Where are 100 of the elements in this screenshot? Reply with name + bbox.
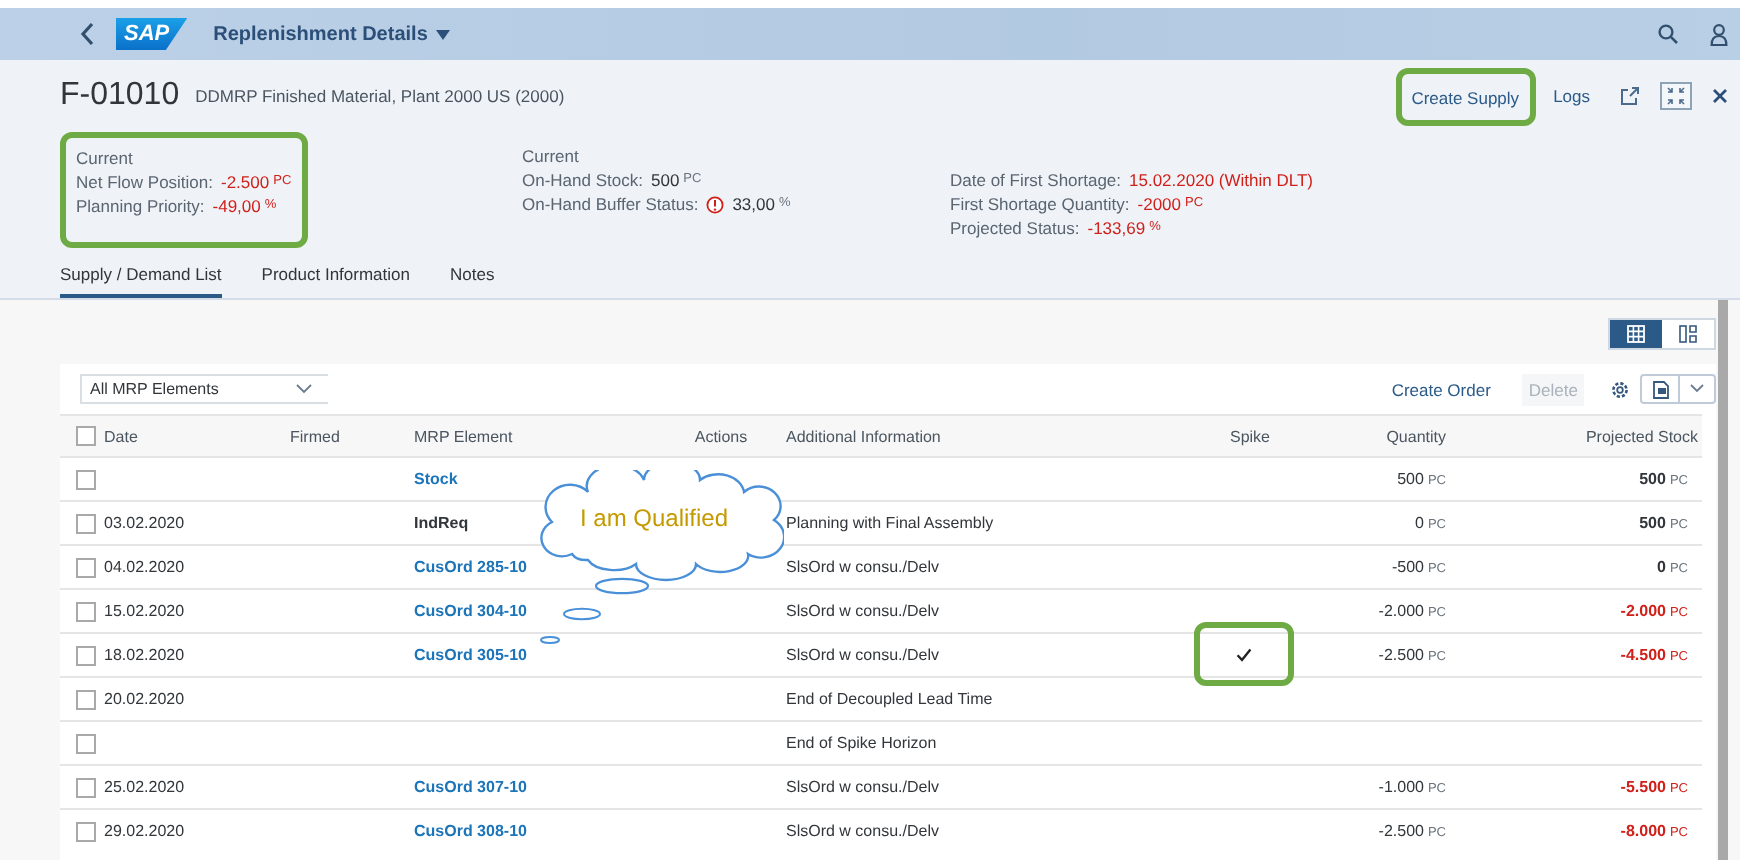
spreadsheet-icon <box>1650 379 1670 399</box>
table-cell: SlsOrd w consu./Delv <box>786 602 939 620</box>
table-cell: -2.000 <box>1620 602 1666 620</box>
view-toggle[interactable] <box>1608 318 1716 350</box>
table-cell: 03.02.2020 <box>104 514 185 532</box>
checkbox[interactable] <box>76 557 96 577</box>
table-cell: End of Decoupled Lead Time <box>786 690 993 708</box>
table-cell: 18.02.2020 <box>104 646 185 664</box>
link[interactable]: CusOrd 308-10 <box>414 822 527 841</box>
checkmark-icon <box>1236 647 1252 661</box>
column-header: MRP Element <box>414 427 513 445</box>
field-label: On-Hand Stock: <box>522 168 643 192</box>
caret-icon <box>435 29 450 39</box>
table-cell: 0 <box>1657 558 1666 576</box>
field-value: -133,69 <box>1087 216 1146 240</box>
field-value: 15.02.2020 (Within DLT) <box>1129 168 1313 192</box>
share-icon[interactable] <box>1620 86 1640 106</box>
checkbox[interactable] <box>76 645 96 665</box>
column-header: Additional Information <box>786 427 941 445</box>
field-label: Projected Status: <box>950 216 1080 240</box>
scrollbar[interactable] <box>1718 300 1728 860</box>
column-header: Actions <box>694 427 748 445</box>
search-icon[interactable] <box>1658 24 1678 44</box>
field-label: Net Flow Position: <box>76 170 213 194</box>
header-action[interactable]: Create Supply <box>1401 79 1530 115</box>
checkbox[interactable] <box>76 733 96 753</box>
table-cell: SlsOrd w consu./Delv <box>786 778 939 796</box>
filter-dropdown[interactable]: All MRP Elements <box>80 374 328 404</box>
column-header: Firmed <box>290 427 340 445</box>
table-cell: 0 <box>1415 514 1424 532</box>
link[interactable]: CusOrd 305-10 <box>414 646 527 664</box>
table-cell: -2.000 <box>1378 602 1424 620</box>
facet-title: Current <box>522 144 581 168</box>
user-icon[interactable] <box>1710 23 1728 45</box>
table-cell: 500 <box>1639 514 1666 532</box>
table-cell: -2.500 <box>1378 822 1424 841</box>
checkbox[interactable] <box>76 601 96 621</box>
chevron-down-icon <box>296 384 312 394</box>
column-header: Projected Stock <box>1585 427 1698 445</box>
column-header: Spike <box>1229 427 1270 445</box>
checkbox[interactable] <box>76 469 96 489</box>
table-cell: -8.000 <box>1620 822 1666 841</box>
table-cell: -500 <box>1391 558 1424 576</box>
link[interactable]: CusOrd 307-10 <box>414 778 527 796</box>
app-title-menu[interactable]: Replenishment Details <box>213 23 450 45</box>
tab[interactable]: Product Information <box>261 256 410 298</box>
field-value: -2.500 <box>221 170 270 194</box>
field-label: First Shortage Quantity: <box>950 192 1130 216</box>
thought-bubble <box>563 607 601 621</box>
field-label: On-Hand Buffer Status: <box>522 192 699 216</box>
field-label: Date of First Shortage: <box>950 168 1122 192</box>
table-cell: SlsOrd w consu./Delv <box>786 822 939 841</box>
field-value: 33,00 <box>732 192 775 216</box>
object-description: DDMRP Finished Material, Plant 2000 US (2000) <box>195 86 565 106</box>
table-cell: 15.02.2020 <box>104 602 185 620</box>
link[interactable]: CusOrd 285-10 <box>414 558 527 576</box>
layout-icon <box>1678 324 1698 344</box>
field-value: -49,00 <box>212 194 261 218</box>
checkbox[interactable] <box>76 426 96 446</box>
grid-icon <box>1626 324 1646 344</box>
tab[interactable]: Notes <box>449 256 495 298</box>
column-header: Quantity <box>1386 427 1446 445</box>
settings-icon[interactable] <box>1610 379 1630 399</box>
export-menu-button[interactable] <box>1640 374 1716 404</box>
checkbox[interactable] <box>76 777 96 797</box>
view-toggle-button[interactable] <box>1610 320 1662 348</box>
table-cell: End of Spike Horizon <box>786 734 937 752</box>
table-cell: 500 <box>1639 470 1666 488</box>
table-cell: 29.02.2020 <box>104 822 185 841</box>
close-icon[interactable] <box>1712 88 1728 104</box>
table-cell: Planning with Final Assembly <box>786 514 994 532</box>
header-action[interactable]: Logs <box>1543 78 1600 114</box>
field-label: Planning Priority: <box>76 194 205 218</box>
table-cell: -5.500 <box>1620 778 1666 796</box>
table-cell: IndReq <box>414 514 469 532</box>
logo[interactable]: SAP <box>116 18 188 50</box>
checkbox[interactable] <box>76 689 96 709</box>
callout-text: I am Qualified <box>580 504 729 532</box>
table-cell: -4.500 <box>1620 646 1666 664</box>
field-value: 500 <box>650 168 680 192</box>
thought-bubble <box>594 577 650 595</box>
table-cell: SlsOrd w consu./Delv <box>786 558 939 576</box>
table-cell: -2.500 <box>1378 646 1424 664</box>
checkbox[interactable] <box>76 513 96 533</box>
thought-bubble <box>540 636 560 644</box>
object-title: F-01010 <box>60 78 180 114</box>
link[interactable]: CusOrd 304-10 <box>414 602 527 620</box>
back-icon[interactable] <box>80 22 96 46</box>
table-cell: -1.000 <box>1378 778 1424 796</box>
table-cell: 04.02.2020 <box>104 558 185 576</box>
table-cell: SlsOrd w consu./Delv <box>786 646 939 664</box>
exit-fullscreen-icon[interactable] <box>1660 82 1692 110</box>
column-header: Date <box>104 427 138 445</box>
checkbox[interactable] <box>76 821 96 842</box>
field-value: -2000 <box>1137 192 1182 216</box>
toolbar-button[interactable]: Create Order <box>1385 373 1497 405</box>
table-cell: 25.02.2020 <box>104 778 185 796</box>
facet-title: Current <box>76 146 135 170</box>
table-cell: 20.02.2020 <box>104 690 185 708</box>
link[interactable]: Stock <box>414 470 458 488</box>
